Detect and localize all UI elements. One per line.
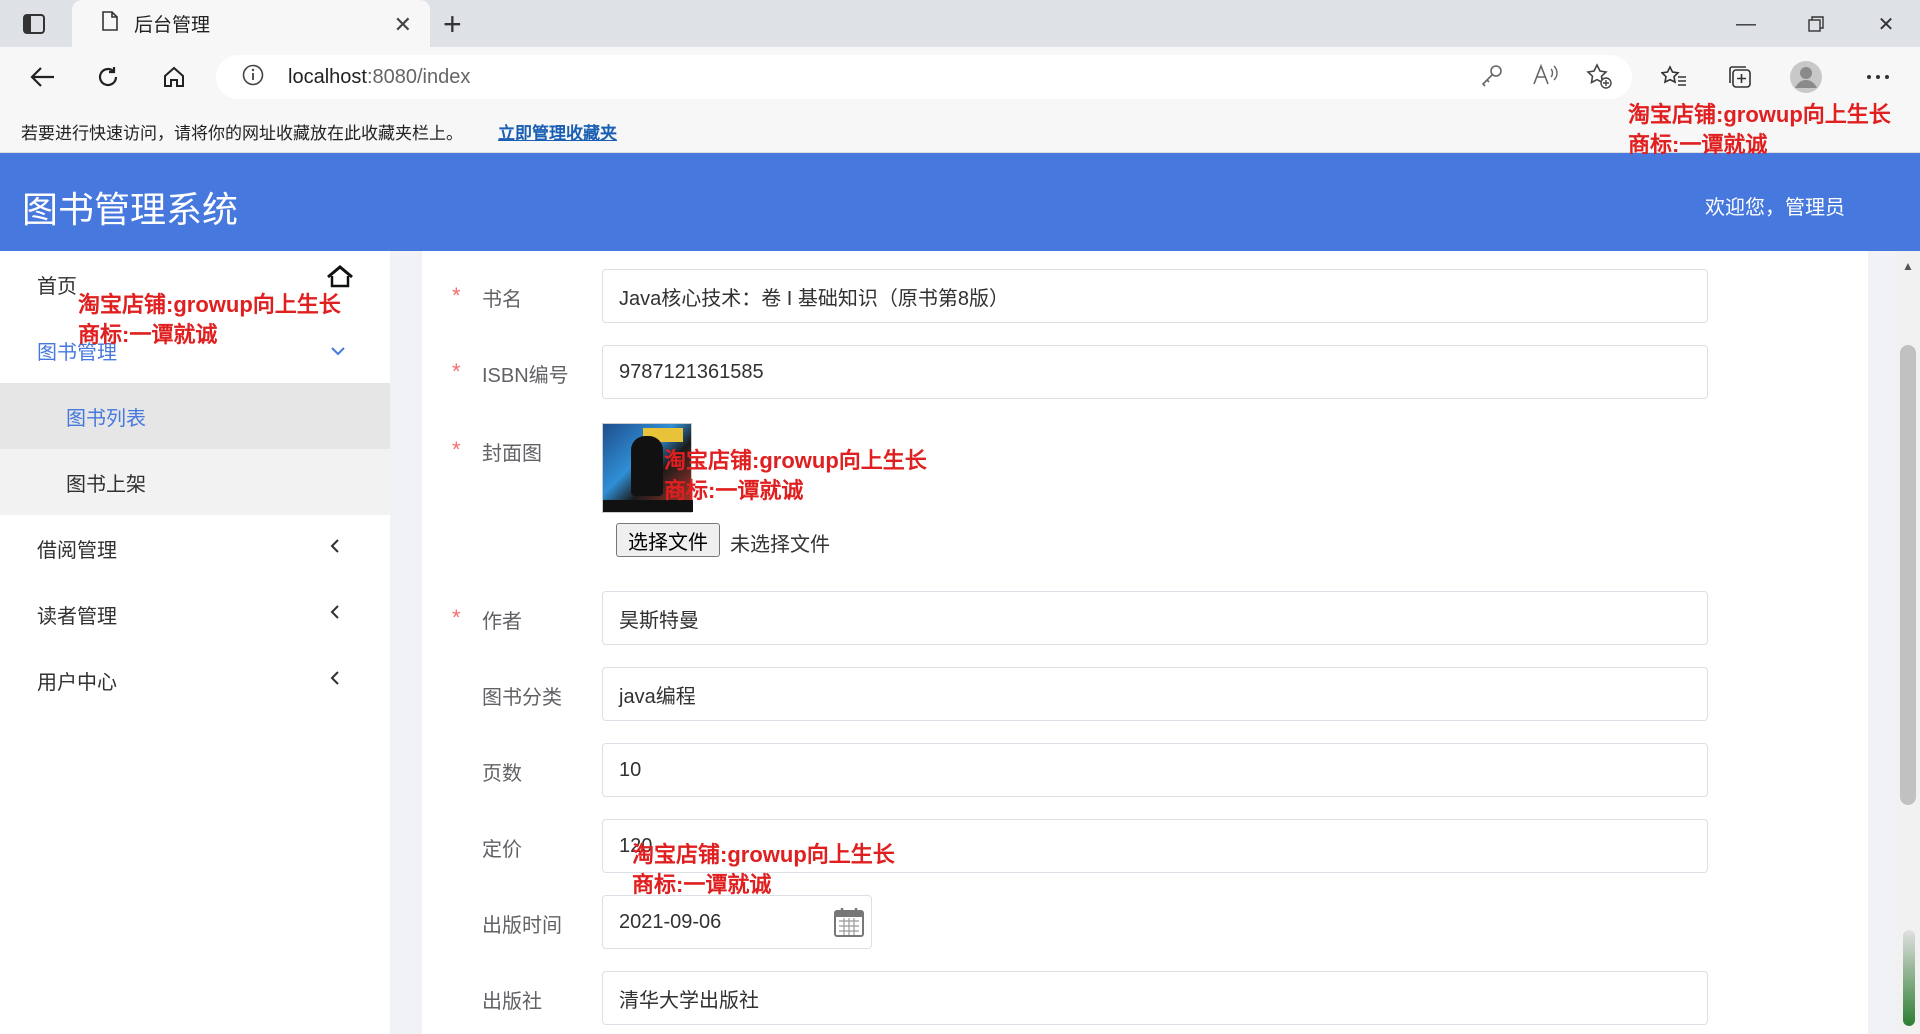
pages-input[interactable]: 10 — [602, 743, 1708, 797]
scroll-indicator — [1903, 930, 1915, 1026]
sidebar: 首页 图书管理 图书列表 图书上架 借阅管理 读者管理 用户中心 — [0, 251, 390, 1034]
tab-close-icon[interactable]: ✕ — [394, 12, 412, 38]
add-favorite-icon[interactable] — [1586, 63, 1612, 94]
sidebar-item-label: 用户中心 — [37, 671, 117, 694]
profile-avatar-icon[interactable] — [1788, 59, 1824, 95]
watermark-line: 淘宝店铺:growup向上生长 — [78, 292, 341, 317]
sidebar-item-label: 借阅管理 — [37, 539, 117, 562]
favorites-hint: 若要进行快速访问，请将你的网址收藏放在此收藏夹栏上。 — [21, 124, 463, 143]
minimize-icon[interactable]: — — [1726, 8, 1766, 40]
sidebar-item-label: 图书上架 — [66, 473, 146, 496]
browser-tab-strip: 后台管理 ✕ + — ✕ — [0, 0, 1920, 47]
more-options-icon[interactable] — [1860, 59, 1896, 95]
watermark-line: 商标:一谭就诚 — [632, 872, 772, 897]
home-icon[interactable] — [156, 59, 192, 95]
cover-label: 封面图 — [482, 443, 542, 465]
pages-label: 页数 — [482, 763, 522, 785]
category-label: 图书分类 — [482, 687, 562, 709]
chevron-left-icon — [330, 537, 340, 560]
title-input[interactable]: Java核心技术：卷 I 基础知识（原书第8版） — [602, 269, 1708, 323]
new-tab-icon[interactable]: + — [443, 6, 462, 43]
site-info-icon[interactable] — [242, 64, 264, 91]
choose-file-button[interactable]: 选择文件 — [616, 523, 720, 557]
no-file-text: 未选择文件 — [730, 534, 830, 556]
watermark-line: 商标:一谭就诚 — [1628, 132, 1768, 157]
close-window-icon[interactable]: ✕ — [1866, 8, 1906, 40]
page-icon — [102, 11, 118, 36]
password-key-icon[interactable] — [1480, 63, 1504, 94]
pubdate-input[interactable]: 2021-09-06 — [602, 895, 872, 949]
watermark: 淘宝店铺:growup向上生长 商标:一谭就诚 — [664, 446, 927, 506]
price-label: 定价 — [482, 839, 522, 861]
watermark-line: 淘宝店铺:growup向上生长 — [1628, 102, 1891, 127]
sidebar-item-book-list[interactable]: 图书列表 — [0, 383, 390, 449]
read-aloud-icon[interactable] — [1532, 63, 1558, 94]
watermark: 淘宝店铺:growup向上生长 商标:一谭就诚 — [78, 290, 341, 350]
sidebar-item-book-shelve[interactable]: 图书上架 — [0, 449, 390, 515]
title-label: 书名 — [482, 289, 522, 311]
category-input[interactable]: java编程 — [602, 667, 1708, 721]
book-edit-form: * 书名 Java核心技术：卷 I 基础知识（原书第8版） * ISBN编号 9… — [422, 251, 1868, 1034]
scroll-up-icon[interactable]: ▲ — [1902, 259, 1914, 273]
cover-figure — [631, 436, 663, 496]
isbn-label: ISBN编号 — [482, 365, 569, 387]
welcome-text[interactable]: 欢迎您，管理员 — [1705, 191, 1845, 220]
watermark: 淘宝店铺:growup向上生长 商标:一谭就诚 — [1628, 100, 1891, 160]
author-label: 作者 — [482, 611, 522, 633]
sidebar-item-readers[interactable]: 读者管理 — [0, 581, 390, 647]
pubdate-label: 出版时间 — [482, 915, 562, 937]
manage-favorites-link[interactable]: 立即管理收藏夹 — [498, 119, 617, 144]
required-mark: * — [452, 605, 461, 630]
collections-icon[interactable] — [1722, 59, 1758, 95]
restore-icon[interactable] — [1796, 8, 1836, 40]
browser-tab[interactable]: 后台管理 ✕ — [72, 0, 430, 47]
pubdate-value: 2021-09-06 — [619, 910, 722, 933]
sidebar-item-label: 首页 — [37, 275, 77, 298]
address-bar[interactable]: localhost:8080/index — [216, 55, 1632, 99]
favorites-icon[interactable] — [1656, 59, 1692, 95]
watermark-line: 淘宝店铺:growup向上生长 — [632, 842, 895, 867]
browser-toolbar: localhost:8080/index — [0, 47, 1920, 105]
sidebar-item-label: 图书列表 — [66, 407, 146, 430]
publisher-label: 出版社 — [482, 991, 542, 1013]
required-mark: * — [452, 437, 461, 462]
page-scrollbar[interactable]: ▲ — [1896, 251, 1920, 1034]
tab-actions-icon[interactable] — [14, 8, 54, 40]
chevron-left-icon — [330, 603, 340, 626]
refresh-icon[interactable] — [90, 59, 126, 95]
watermark-line: 商标:一谭就诚 — [664, 478, 804, 503]
required-mark: * — [452, 283, 461, 308]
address-url: localhost:8080/index — [288, 65, 471, 88]
chevron-left-icon — [330, 669, 340, 692]
sidebar-item-user-center[interactable]: 用户中心 — [0, 647, 390, 713]
tab-title: 后台管理 — [134, 15, 211, 36]
sidebar-item-borrow[interactable]: 借阅管理 — [0, 515, 390, 581]
sidebar-item-label: 读者管理 — [37, 605, 117, 628]
watermark-line: 商标:一谭就诚 — [78, 322, 218, 347]
app-header: 图书管理系统 欢迎您，管理员 — [0, 153, 1920, 251]
publisher-input[interactable]: 清华大学出版社 — [602, 971, 1708, 1025]
author-input[interactable]: 昊斯特曼 — [602, 591, 1708, 645]
watermark: 淘宝店铺:growup向上生长 商标:一谭就诚 — [632, 840, 895, 900]
isbn-input[interactable]: 9787121361585 — [602, 345, 1708, 399]
required-mark: * — [452, 359, 461, 384]
calendar-icon[interactable] — [833, 906, 865, 944]
watermark-line: 淘宝店铺:growup向上生长 — [664, 448, 927, 473]
scroll-thumb[interactable] — [1900, 345, 1916, 805]
back-icon[interactable] — [24, 59, 60, 95]
app-title: 图书管理系统 — [22, 189, 239, 230]
